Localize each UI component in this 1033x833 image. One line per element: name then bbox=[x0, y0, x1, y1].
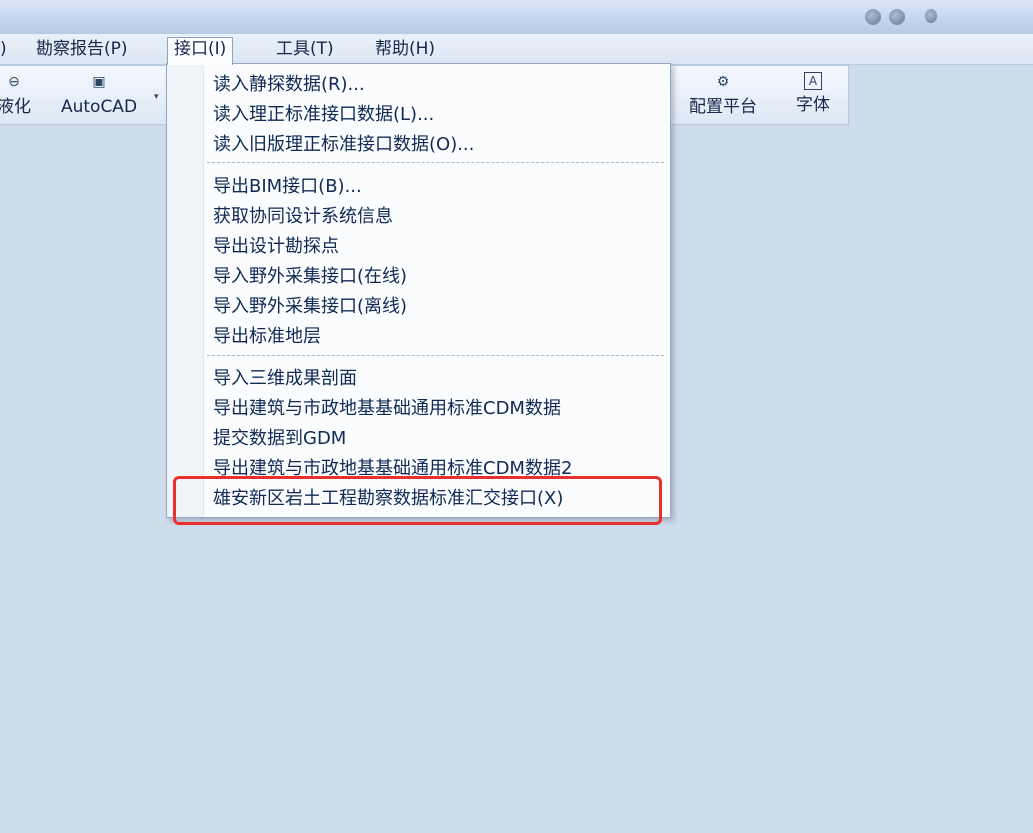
config-platform-button[interactable]: ⚙ 配置平台 bbox=[678, 72, 768, 122]
menu-export-standard-strata[interactable]: 导出标准地层 bbox=[213, 326, 321, 348]
menu-icon-gutter bbox=[167, 64, 204, 517]
menu-item-help[interactable]: 帮助(H) bbox=[369, 37, 441, 61]
interface-dropdown-menu: 读入静探数据(R)... 读入理正标准接口数据(L)... 读入旧版理正标准接口… bbox=[166, 63, 671, 518]
menu-bar: ) 勘察报告(P) 接口(I) 工具(T) 帮助(H) bbox=[0, 34, 1033, 65]
menu-separator bbox=[207, 162, 664, 163]
menu-item-tools[interactable]: 工具(T) bbox=[270, 37, 340, 61]
liquefaction-button[interactable]: ⊖ 液化 bbox=[0, 72, 34, 122]
menu-separator bbox=[207, 355, 664, 356]
window-control-icon[interactable] bbox=[865, 9, 881, 25]
window-control-icon[interactable] bbox=[925, 9, 937, 23]
autocad-icon: ▣ bbox=[92, 74, 106, 90]
window-control-icon[interactable] bbox=[889, 9, 905, 25]
config-platform-icon: ⚙ bbox=[716, 74, 730, 90]
font-button[interactable]: A 字体 bbox=[790, 72, 836, 122]
highlight-box bbox=[173, 476, 662, 525]
font-label: 字体 bbox=[796, 95, 830, 115]
font-icon: A bbox=[804, 72, 822, 90]
config-platform-label: 配置平台 bbox=[689, 97, 757, 117]
liquefaction-label: 液化 bbox=[0, 97, 31, 117]
menu-item-survey-report[interactable]: 勘察报告(P) bbox=[30, 37, 134, 61]
menu-export-bim[interactable]: 导出BIM接口(B)... bbox=[213, 176, 362, 198]
menu-submit-gdm[interactable]: 提交数据到GDM bbox=[213, 428, 346, 450]
menu-read-old-lizheng-standard[interactable]: 读入旧版理正标准接口数据(O)... bbox=[213, 134, 474, 156]
menu-item-partial[interactable]: ) bbox=[0, 37, 13, 61]
autocad-label: AutoCAD bbox=[60, 97, 138, 117]
menu-read-lizheng-standard[interactable]: 读入理正标准接口数据(L)... bbox=[213, 104, 434, 126]
menu-export-design-points[interactable]: 导出设计勘探点 bbox=[213, 236, 339, 258]
autocad-button[interactable]: ▣ AutoCAD ▾ bbox=[56, 72, 159, 122]
liquefaction-icon: ⊖ bbox=[8, 74, 20, 90]
window-controls bbox=[863, 4, 1033, 30]
menu-item-interface[interactable]: 接口(I) bbox=[167, 37, 234, 65]
menu-import-field-offline[interactable]: 导入野外采集接口(离线) bbox=[213, 296, 407, 318]
menu-export-cdm[interactable]: 导出建筑与市政地基基础通用标准CDM数据 bbox=[213, 398, 561, 420]
title-bar bbox=[0, 0, 1033, 34]
dropdown-arrow-icon[interactable]: ▾ bbox=[154, 92, 159, 102]
menu-import-field-online[interactable]: 导入野外采集接口(在线) bbox=[213, 266, 407, 288]
menu-import-3d-section[interactable]: 导入三维成果剖面 bbox=[213, 368, 357, 390]
menu-read-static-probe[interactable]: 读入静探数据(R)... bbox=[213, 74, 365, 96]
menu-get-collab-info[interactable]: 获取协同设计系统信息 bbox=[213, 206, 393, 228]
